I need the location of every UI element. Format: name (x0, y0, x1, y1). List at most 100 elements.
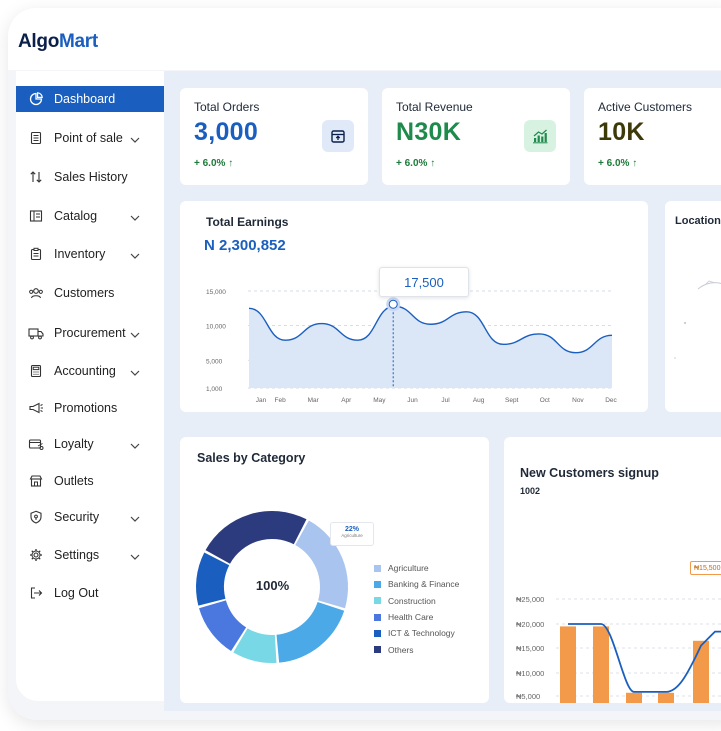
legend-label: Others (388, 644, 414, 655)
sidebar-item-promotions[interactable]: Promotions (16, 395, 164, 421)
x-tick-label: Oct (540, 397, 550, 404)
sidebar-item-security[interactable]: Security (16, 504, 164, 530)
legend-item: ICT & Technology (374, 625, 459, 641)
kpi-change: + 6.0% ↑ (194, 158, 234, 169)
legend-swatch (374, 613, 381, 621)
sidebar-item-label: Loyalty (54, 437, 94, 451)
kpi-value: 10K (598, 118, 645, 146)
sidebar-item-label: Customers (54, 286, 115, 300)
y-tick-label: 15,000 (206, 289, 226, 296)
location-card: Location (665, 201, 721, 412)
sidebar-item-settings[interactable]: Settings (16, 542, 164, 568)
y-tick-label: 10,000 (206, 324, 226, 331)
legend-swatch (374, 597, 381, 605)
highlight-point[interactable] (388, 299, 398, 309)
total-earnings-card: Total Earnings N 2,300,852 15,000 10,000 5… (180, 201, 648, 412)
signup-bar[interactable] (560, 626, 576, 703)
sidebar-item-catalog[interactable]: Catalog (16, 203, 164, 229)
y-tick-label: 5,000 (206, 358, 223, 365)
sidebar-item-label: Security (54, 510, 100, 524)
arrow-up-icon: ↑ (430, 158, 436, 169)
app-window: AlgoMart Dashboard Point of sale Sales His… (8, 8, 721, 720)
donut-center-label: 100% (255, 578, 290, 593)
kpi-change: + 6.0% ↑ (598, 158, 638, 169)
signup-bar[interactable] (658, 692, 674, 703)
sidebar: Dashboard Point of sale Sales History Catal… (16, 71, 164, 701)
x-tick-label: Apr (341, 397, 352, 404)
kpi-value: N30K (396, 118, 462, 146)
legend-item: Health Care (374, 609, 459, 625)
gear-icon (28, 547, 44, 563)
legend-label: Construction (388, 595, 436, 606)
earnings-chart: 15,000 10,000 5,000 1,000 Jan Feb Mar Apr May Jun… (206, 289, 618, 404)
kpi-label: Active Customers (598, 100, 693, 114)
legend-item: Others (374, 641, 459, 657)
x-tick-label: Mar (308, 397, 320, 404)
sidebar-item-point-of-sale[interactable]: Point of sale (16, 125, 164, 151)
sidebar-item-loyalty[interactable]: Loyalty (16, 431, 164, 457)
chevron-down-icon (130, 366, 140, 380)
legend-swatch (374, 580, 381, 588)
x-tick-label: Aug (473, 397, 485, 404)
legend-item: Construction (374, 593, 459, 609)
y-tick-label: ₦5,000 (516, 692, 540, 701)
x-tick-label: Feb (274, 397, 286, 404)
truck-icon (28, 325, 44, 341)
sidebar-item-label: Accounting (54, 364, 116, 378)
sidebar-item-label: Dashboard (54, 92, 116, 106)
package-icon (322, 120, 354, 152)
donut-slice[interactable] (205, 511, 307, 564)
sidebar-item-outlets[interactable]: Outlets (16, 468, 164, 494)
sidebar-item-label: Procurement (54, 326, 126, 340)
store-icon (28, 473, 44, 489)
x-tick-label: Dec (605, 397, 617, 404)
signup-tooltip: ₦15,500 (690, 561, 721, 575)
sidebar-item-label: Inventory (54, 247, 106, 261)
brand-logo[interactable]: AlgoMart (18, 31, 98, 53)
legend-swatch (374, 646, 381, 654)
x-tick-label: Jan (256, 397, 267, 404)
sidebar-item-sales-history[interactable]: Sales History (16, 164, 164, 190)
new-customers-card: New Customers signup 1002 ₦25,000 ₦20,000… (504, 437, 721, 703)
sidebar-item-label: Log Out (54, 586, 99, 600)
donut-slice[interactable] (276, 601, 345, 663)
sidebar-item-accounting[interactable]: Accounting (16, 358, 164, 384)
world-map-icon (674, 280, 721, 359)
book-icon (28, 208, 44, 224)
sidebar-item-dashboard[interactable]: Dashboard (16, 86, 164, 112)
legend-label: ICT & Technology (388, 628, 455, 639)
sidebar-item-procurement[interactable]: Procurement (16, 320, 164, 346)
y-tick-label: ₦15,000 (516, 644, 544, 653)
x-tick-label: Jun (407, 397, 418, 404)
chevron-down-icon (130, 550, 140, 564)
sort-arrows-icon (28, 169, 44, 185)
chevron-down-icon (130, 328, 140, 342)
kpi-card-active-customers[interactable]: Active Customers 10K + 6.0% ↑ (584, 88, 721, 185)
y-tick-label: ₦25,000 (516, 595, 544, 604)
users-icon (28, 285, 44, 301)
signup-bar[interactable] (626, 692, 642, 703)
sidebar-item-inventory[interactable]: Inventory (16, 241, 164, 267)
sidebar-item-label: Outlets (54, 474, 94, 488)
sidebar-item-customers[interactable]: Customers (16, 280, 164, 306)
legend-label: Agriculture (388, 563, 429, 574)
kpi-label: Total Revenue (396, 100, 473, 114)
legend-item: Agriculture (374, 560, 459, 576)
logout-icon (28, 585, 44, 601)
new-customers-chart: ₦25,000₦20,000₦15,000₦10,000₦5,000₦1,000… (516, 595, 721, 703)
kpi-card-total-revenue[interactable]: Total Revenue N30K + 6.0% ↑ (382, 88, 570, 185)
signup-bar[interactable] (693, 640, 709, 703)
kpi-label: Total Orders (194, 100, 260, 114)
signup-bar[interactable] (593, 626, 609, 703)
sidebar-item-log-out[interactable]: Log Out (16, 580, 164, 606)
x-tick-label: Jul (441, 397, 450, 404)
arrow-up-icon: ↑ (632, 158, 638, 169)
chevron-down-icon (130, 133, 140, 147)
register-icon (28, 130, 44, 146)
sidebar-item-label: Settings (54, 548, 100, 562)
earnings-area-fill (249, 306, 612, 388)
kpi-card-total-orders[interactable]: Total Orders 3,000 + 6.0% ↑ (180, 88, 368, 185)
main-content: Total Orders 3,000 + 6.0% ↑ Total Revenu… (164, 71, 721, 711)
x-tick-label: May (373, 397, 386, 404)
x-tick-label: Sept (505, 397, 519, 404)
